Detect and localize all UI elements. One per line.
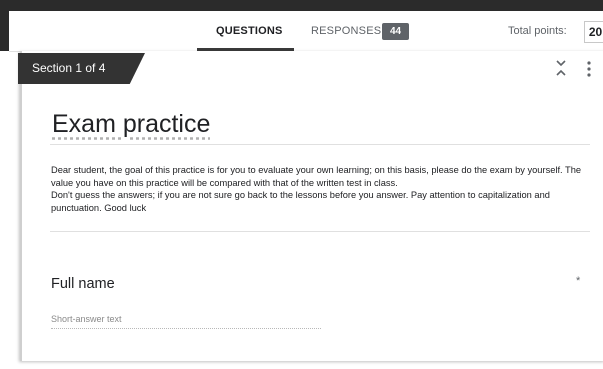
description-divider	[50, 231, 590, 232]
description-paragraph-1: Dear student, the goal of this practice …	[51, 165, 582, 188]
description-paragraph-2: Don't guess the answers; if you are not …	[51, 190, 550, 213]
top-dark-strip	[0, 0, 603, 11]
form-description[interactable]: Dear student, the goal of this practice …	[51, 164, 587, 214]
responses-count-badge: 44	[382, 23, 409, 40]
title-divider	[50, 144, 590, 145]
section-label: Section 1 of 4	[18, 53, 145, 84]
tab-bar: QUESTIONS RESPONSES 44 Total points: 20	[9, 11, 603, 52]
collapse-icon[interactable]	[555, 59, 567, 77]
required-mark: *	[576, 275, 581, 287]
short-answer-field[interactable]: Short-answer text	[51, 314, 321, 329]
left-dark-edge	[0, 11, 9, 51]
question-title[interactable]: Full name	[51, 276, 115, 292]
total-points-value: 20	[584, 21, 603, 43]
more-vert-icon[interactable]	[586, 60, 592, 78]
tab-questions[interactable]: QUESTIONS	[216, 25, 283, 37]
total-points-label: Total points:	[508, 25, 567, 37]
tab-responses[interactable]: RESPONSES	[311, 25, 381, 37]
form-title[interactable]: Exam practice	[52, 110, 210, 139]
